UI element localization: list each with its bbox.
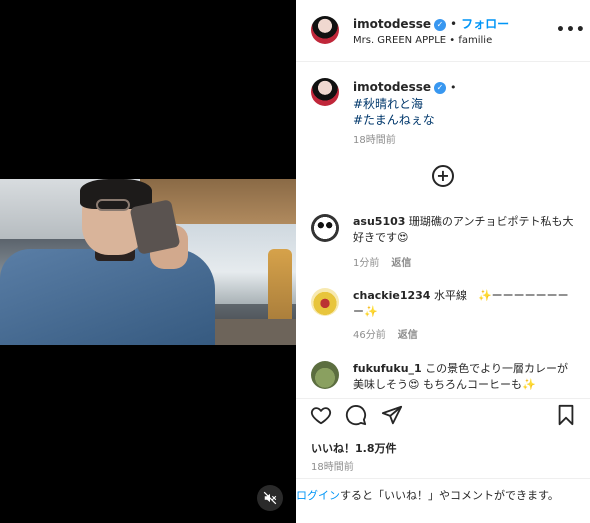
post-timestamp: 18時間前: [311, 462, 354, 473]
separator-dot: •: [450, 81, 457, 94]
comment-bubble-icon[interactable]: [345, 404, 367, 426]
more-options-icon[interactable]: •••: [556, 22, 586, 38]
video-player[interactable]: [0, 0, 296, 523]
hashtag-link[interactable]: #秋晴れと海: [353, 95, 423, 112]
verified-badge-icon: ✓: [434, 18, 446, 31]
bookmark-icon[interactable]: [555, 404, 577, 426]
login-prompt-rest: すると「いいね！」やコメントができます。: [340, 489, 559, 502]
avatar[interactable]: [311, 78, 339, 106]
hashtag-link[interactable]: #たまんねぇな: [353, 111, 435, 128]
paper-plane-icon[interactable]: [381, 404, 403, 426]
action-bar: [296, 398, 590, 430]
avatar[interactable]: [311, 361, 339, 389]
comment-body: asu5103 珊瑚礁のアンチョビポテト私も大好きです😍: [353, 214, 578, 246]
separator-dot: •: [450, 17, 458, 31]
heart-icon[interactable]: [310, 404, 332, 426]
caption-timestamp: 18時間前: [353, 135, 396, 146]
comment-username[interactable]: asu5103: [353, 215, 405, 228]
thermos-bottle: [268, 249, 292, 329]
post-header: imotodesse ✓ • フォロー Mrs. GREEN APPLE • fami…: [296, 0, 590, 62]
caption-user-line: imotodesse ✓ •: [353, 80, 461, 94]
video-frame[interactable]: [0, 179, 296, 345]
plus-circle-icon[interactable]: +: [432, 165, 454, 187]
comment-username[interactable]: chackie1234: [353, 289, 430, 302]
avatar[interactable]: [311, 288, 339, 316]
login-prompt-text: ログインすると「いいね！」やコメントができます。: [296, 487, 590, 504]
avatar[interactable]: [311, 16, 339, 44]
comment-time: 46分前: [353, 330, 386, 341]
verified-badge-icon: ✓: [434, 82, 446, 94]
mute-button[interactable]: [257, 485, 283, 511]
comment-time: 1分前: [353, 258, 380, 269]
reply-button[interactable]: 返信: [398, 330, 418, 341]
comment-body: fukufuku_1 この景色でより一層カレーが美味しそう😍 もちろんコーヒーも…: [353, 361, 578, 393]
avatar[interactable]: [311, 214, 339, 242]
header-subtitle[interactable]: Mrs. GREEN APPLE • familie: [353, 35, 492, 46]
login-link[interactable]: ログイン: [296, 489, 340, 502]
login-prompt-bar: ログインすると「いいね！」やコメントができます。: [296, 478, 590, 523]
header-top-line: imotodesse ✓ • フォロー: [353, 15, 509, 32]
comment-meta: 1分前 返信: [353, 254, 423, 269]
reply-button[interactable]: 返信: [391, 258, 411, 269]
comment-meta: 46分前 返信: [353, 326, 430, 341]
follow-button[interactable]: フォロー: [461, 17, 509, 31]
post-side-panel: imotodesse ✓ • フォロー Mrs. GREEN APPLE • fami…: [296, 0, 590, 523]
like-count[interactable]: いいね！1.8万件: [311, 440, 397, 456]
comment-username[interactable]: fukufuku_1: [353, 362, 422, 375]
header-username[interactable]: imotodesse: [353, 17, 431, 31]
comment-body: chackie1234 水平線 ✨ーーーーーーーー✨: [353, 288, 578, 320]
caption-username[interactable]: imotodesse: [353, 80, 431, 94]
glasses: [96, 199, 130, 211]
speaker-muted-icon: [263, 491, 277, 505]
